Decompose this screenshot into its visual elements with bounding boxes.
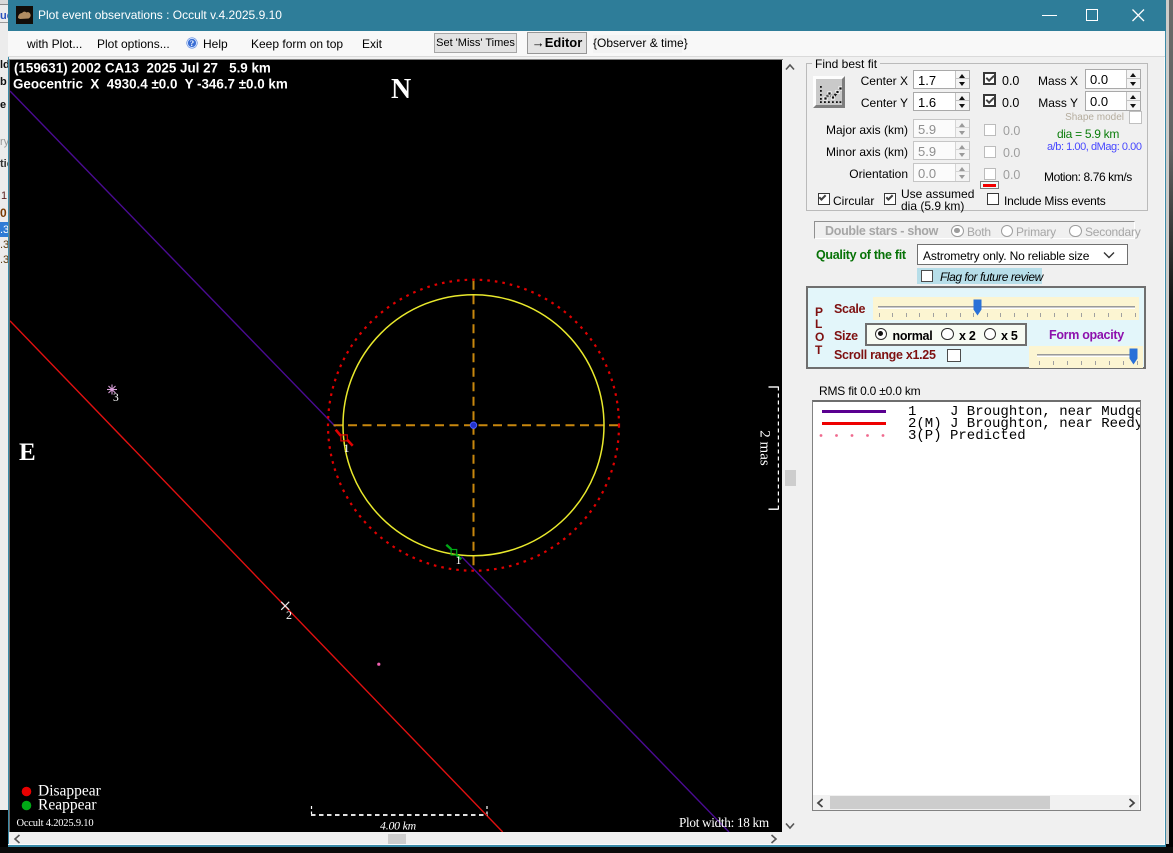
svg-text:Reappear: Reappear [38, 797, 97, 814]
svg-text:1: 1 [344, 441, 350, 455]
svg-text:2: 2 [286, 608, 292, 622]
svg-text:N: N [391, 74, 411, 105]
svg-text:3: 3 [113, 392, 119, 404]
svg-text:E: E [19, 439, 36, 466]
svg-text:?: ? [190, 38, 194, 48]
svg-text:2 mas: 2 mas [757, 430, 773, 466]
svg-text:(159631) 2002 CA13 2025 Jul 2: (159631) 2002 CA13 2025 Jul 27 5.9 km [14, 61, 271, 76]
svg-text:Occult 4.2025.9.10: Occult 4.2025.9.10 [17, 818, 94, 829]
svg-text:1: 1 [456, 553, 462, 567]
svg-text:4.00 km: 4.00 km [380, 819, 417, 833]
svg-text:Geocentric X 4930.4 ±0.0 Y: Geocentric X 4930.4 ±0.0 Y -346.7 ±0.0 k… [13, 76, 288, 91]
svg-text:Plot width: 18 km: Plot width: 18 km [679, 815, 770, 830]
